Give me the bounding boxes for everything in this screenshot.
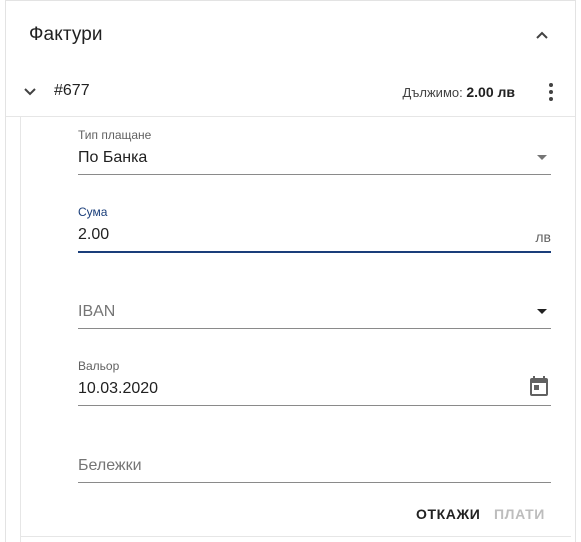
- amount-due-value: 2.00 лв: [466, 84, 515, 100]
- amount-due-label: Дължимо:: [402, 85, 463, 100]
- more-vert-icon[interactable]: [546, 82, 556, 102]
- amount-value[interactable]: 2.00: [78, 226, 109, 243]
- field-underline: [78, 328, 551, 329]
- dropdown-arrow-icon: [537, 309, 547, 314]
- payment-type-value-wrap: По Банка: [78, 144, 551, 168]
- payment-type-select[interactable]: Тип плащане По Банка: [78, 128, 551, 175]
- field-underline: [78, 405, 551, 406]
- field-underline-active: [78, 251, 551, 253]
- value-date-value[interactable]: 10.03.2020: [78, 380, 158, 397]
- amount-suffix: лв: [535, 229, 551, 245]
- iban-placeholder: IBAN: [78, 303, 116, 320]
- payment-type-value: По Банка: [78, 149, 148, 166]
- notes-placeholder: Бележки: [78, 457, 142, 474]
- divider: [20, 536, 571, 537]
- cancel-button[interactable]: ОТКАЖИ: [416, 506, 480, 522]
- dropdown-arrow-icon: [537, 155, 547, 160]
- invoice-row[interactable]: #677 Дължимо: 2.00 лв: [6, 67, 575, 117]
- chevron-down-icon[interactable]: [22, 83, 38, 99]
- calendar-icon[interactable]: [529, 375, 549, 397]
- amount-input[interactable]: Сума 2.00 лв: [78, 205, 551, 253]
- card-title: Фактури: [29, 24, 103, 45]
- amount-value-wrap: 2.00 лв: [78, 221, 551, 245]
- value-date-label: Вальор: [78, 359, 120, 373]
- value-date-input[interactable]: Вальор 10.03.2020: [78, 359, 551, 406]
- pay-button[interactable]: ПЛАТИ: [494, 506, 545, 522]
- amount-due: Дължимо: 2.00 лв: [402, 84, 515, 100]
- iban-select[interactable]: IBAN: [78, 298, 551, 329]
- iban-value-wrap: IBAN: [78, 298, 551, 322]
- field-underline: [78, 482, 551, 483]
- value-date-value-wrap: 10.03.2020: [78, 375, 551, 399]
- field-underline: [78, 174, 551, 175]
- payment-type-label: Тип плащане: [78, 128, 152, 142]
- notes-value-wrap: Бележки: [78, 452, 551, 476]
- form-actions: ОТКАЖИ ПЛАТИ: [6, 506, 575, 526]
- amount-label: Сума: [78, 205, 108, 219]
- card-header[interactable]: Фактури: [6, 1, 575, 67]
- notes-input[interactable]: Бележки: [78, 452, 551, 483]
- chevron-up-icon[interactable]: [534, 27, 550, 43]
- invoice-number: #677: [54, 82, 90, 99]
- invoices-card: Фактури #677 Дължимо: 2.00 лв Тип плащан…: [5, 0, 576, 542]
- form-left-border: [20, 116, 21, 542]
